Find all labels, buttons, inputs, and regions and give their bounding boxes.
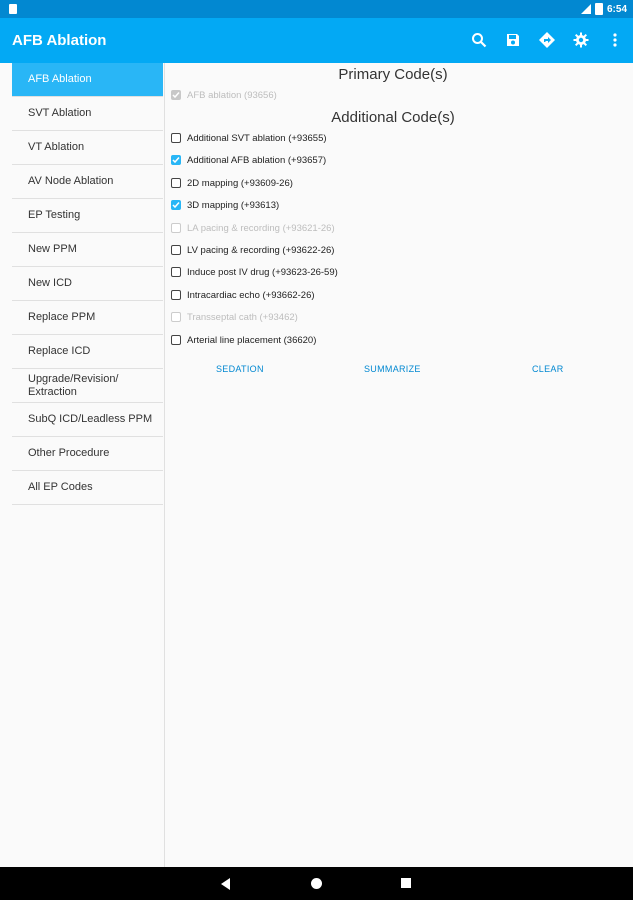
sidebar-item-label: SubQ ICD/Leadless PPM <box>28 413 153 425</box>
additional-codes-heading: Additional Code(s) <box>331 109 455 126</box>
clear-button[interactable]: CLEAR <box>532 364 564 374</box>
sidebar-item-replace-ppm[interactable]: Replace PPM <box>12 301 163 335</box>
save-icon <box>507 34 519 46</box>
more-vert-icon <box>613 33 617 47</box>
checkbox[interactable] <box>171 290 181 300</box>
sidebar-item-label: VT Ablation <box>28 141 85 153</box>
sidebar-item-upgrade-revision-extraction[interactable]: Upgrade/Revision/ Extraction <box>12 369 163 403</box>
sedation-button[interactable]: SEDATION <box>216 364 264 374</box>
additional-code-checkbox-row[interactable]: LV pacing & recording (+93622-26) <box>171 242 334 258</box>
checkbox-label: AFB ablation (93656) <box>187 89 277 101</box>
additional-code-checkbox-row[interactable]: Additional AFB ablation (+93657) <box>171 152 326 168</box>
sidebar-item-label: All EP Codes <box>28 481 93 493</box>
sidebar-item-new-ppm[interactable]: New PPM <box>12 233 163 267</box>
signal-icon <box>580 4 591 14</box>
sidebar-item-label: Other Procedure <box>28 447 110 459</box>
additional-code-checkbox-row[interactable]: Intracardiac echo (+93662-26) <box>171 287 315 303</box>
procedure-list: AFB Ablation SVT Ablation VT Ablation AV… <box>12 63 163 505</box>
sidebar-item-label: New PPM <box>28 243 77 255</box>
additional-code-checkbox-row[interactable]: Induce post IV drug (+93623-26-59) <box>171 264 338 280</box>
sidebar-item-new-icd[interactable]: New ICD <box>12 267 163 301</box>
checkbox[interactable] <box>171 245 181 255</box>
sidebar-item-label: EP Testing <box>28 209 81 221</box>
gear-icon <box>573 32 589 48</box>
checkbox[interactable] <box>171 133 181 143</box>
additional-code-checkbox-row[interactable]: 2D mapping (+93609-26) <box>171 175 293 191</box>
sidebar-item-label: SVT Ablation <box>28 107 92 119</box>
checkbox[interactable] <box>171 155 181 165</box>
additional-code-checkbox-row[interactable]: Additional SVT ablation (+93655) <box>171 130 327 146</box>
app-title: AFB Ablation <box>12 32 107 49</box>
battery-icon <box>594 3 603 15</box>
primary-codes-heading: Primary Code(s) <box>338 66 448 83</box>
search-button[interactable] <box>469 30 489 50</box>
check-icon <box>172 92 180 99</box>
sidebar-item-label: Replace PPM <box>28 311 96 323</box>
sidebar-item-vt-ablation[interactable]: VT Ablation <box>12 131 163 165</box>
sidebar-item-all-ep-codes[interactable]: All EP Codes <box>12 471 163 505</box>
recent-apps-icon[interactable] <box>401 878 411 888</box>
checkbox-label: Transseptal cath (+93462) <box>187 311 298 323</box>
checkbox-label: 2D mapping (+93609-26) <box>187 177 293 189</box>
checkbox-label: Arterial line placement (36620) <box>187 334 317 346</box>
code-panel: Primary Code(s) AFB ablation (93656) Add… <box>165 63 633 867</box>
checkbox[interactable] <box>171 178 181 188</box>
sd-card-icon <box>9 4 17 14</box>
additional-code-checkbox-row[interactable]: Arterial line placement (36620) <box>171 332 316 348</box>
checkbox-label: Induce post IV drug (+93623-26-59) <box>187 266 338 278</box>
checkbox[interactable] <box>171 267 181 277</box>
checkbox-label: Additional SVT ablation (+93655) <box>187 132 327 144</box>
checkbox-label: LV pacing & recording (+93622-26) <box>187 244 335 256</box>
save-button[interactable] <box>503 30 523 50</box>
status-bar: 6:54 <box>0 0 633 18</box>
settings-button[interactable] <box>571 30 591 50</box>
sidebar-item-svt-ablation[interactable]: SVT Ablation <box>12 97 163 131</box>
sidebar: AFB Ablation SVT Ablation VT Ablation AV… <box>0 63 165 867</box>
clock: 6:54 <box>606 3 627 15</box>
home-icon[interactable] <box>311 878 322 889</box>
checkbox[interactable] <box>171 223 181 233</box>
checkbox-label: Additional AFB ablation (+93657) <box>187 154 327 166</box>
checkbox-label: LA pacing & recording (+93621-26) <box>187 222 335 234</box>
sidebar-item-av-node-ablation[interactable]: AV Node Ablation <box>12 165 163 199</box>
sidebar-item-subq-icd-leadless-ppm[interactable]: SubQ ICD/Leadless PPM <box>12 403 163 437</box>
directions-button[interactable] <box>537 30 557 50</box>
system-nav-bar <box>0 867 633 900</box>
checkbox[interactable] <box>171 335 181 345</box>
overflow-menu-button[interactable] <box>605 30 625 50</box>
search-icon <box>472 33 487 48</box>
sidebar-item-afb-ablation[interactable]: AFB Ablation <box>12 63 163 97</box>
sidebar-item-label: Replace ICD <box>28 345 91 357</box>
app-bar: AFB Ablation <box>0 18 633 63</box>
check-icon <box>172 157 180 164</box>
sidebar-item-label: AV Node Ablation <box>28 175 114 187</box>
checkbox-label: Intracardiac echo (+93662-26) <box>187 289 315 301</box>
sidebar-item-other-procedure[interactable]: Other Procedure <box>12 437 163 471</box>
sidebar-item-replace-icd[interactable]: Replace ICD <box>12 335 163 369</box>
checkbox[interactable] <box>171 312 181 322</box>
checkbox[interactable] <box>171 200 181 210</box>
additional-code-checkbox-row[interactable]: 3D mapping (+93613) <box>171 197 279 213</box>
checkbox[interactable] <box>171 90 181 100</box>
summarize-button[interactable]: SUMMARIZE <box>364 364 421 374</box>
sidebar-item-label: AFB Ablation <box>28 73 92 85</box>
additional-code-checkbox-row[interactable]: Transseptal cath (+93462) <box>171 309 298 325</box>
back-icon[interactable] <box>221 878 230 890</box>
primary-code-checkbox-row[interactable]: AFB ablation (93656) <box>171 87 277 103</box>
check-icon <box>172 202 180 209</box>
directions-icon <box>539 32 555 48</box>
checkbox-label: 3D mapping (+93613) <box>187 199 280 211</box>
additional-code-checkbox-row[interactable]: LA pacing & recording (+93621-26) <box>171 220 335 236</box>
sidebar-item-label: New ICD <box>28 277 73 289</box>
sidebar-item-label: Upgrade/Revision/ Extraction <box>28 372 119 398</box>
sidebar-item-ep-testing[interactable]: EP Testing <box>12 199 163 233</box>
